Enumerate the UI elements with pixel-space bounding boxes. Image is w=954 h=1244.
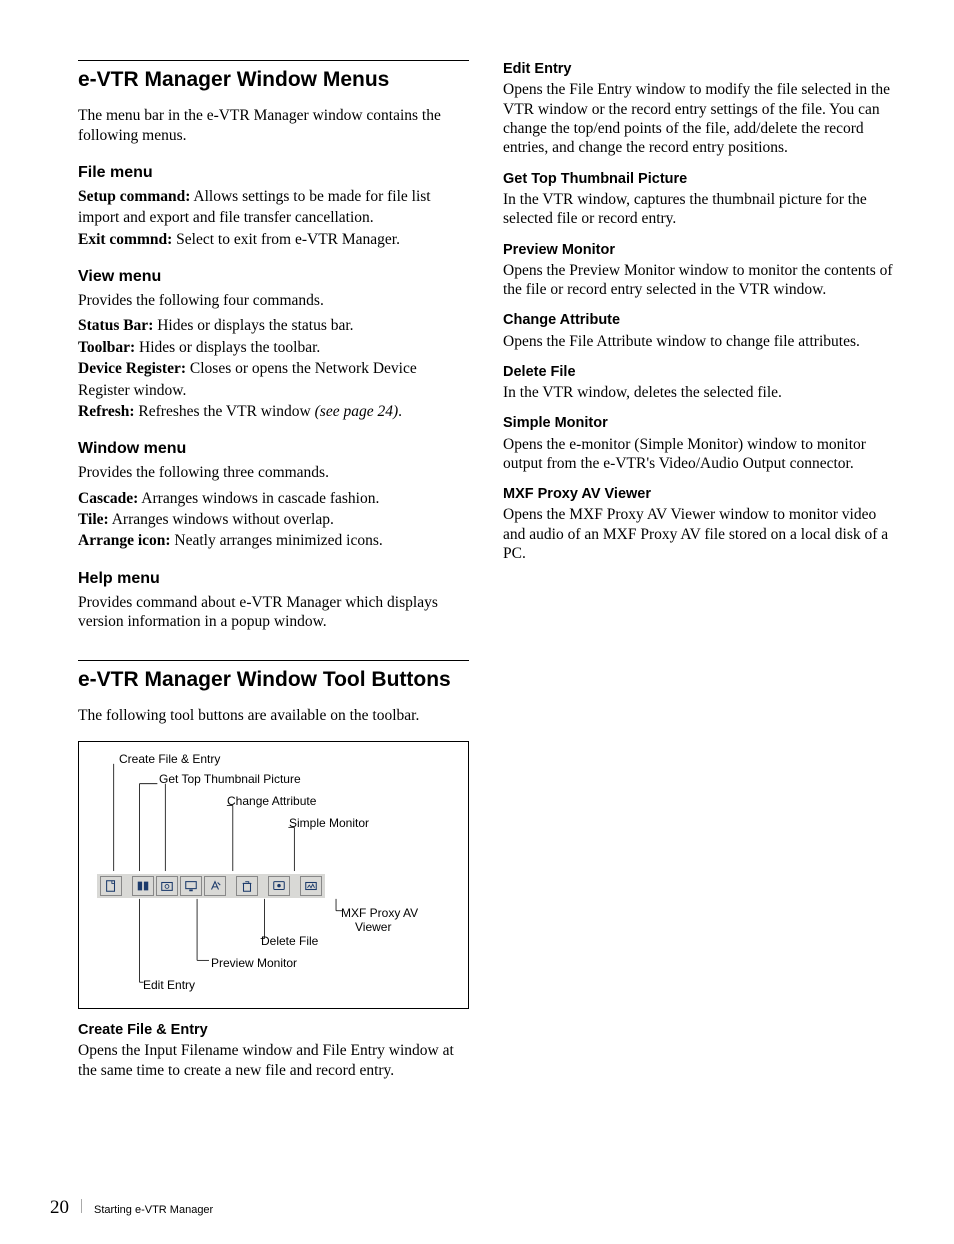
get-top-thumbnail-text: In the VTR window, captures the thumbnai… <box>503 190 894 229</box>
preview-monitor-heading: Preview Monitor <box>503 241 894 259</box>
label-mxf-proxy-1: MXF Proxy AV <box>341 906 418 921</box>
toolbar-def: Toolbar: Hides or displays the toolbar. <box>78 338 469 357</box>
file-menu-heading: File menu <box>78 163 469 183</box>
edit-entry-icon <box>132 876 154 896</box>
exit-command-def: Exit commnd: Select to exit from e-VTR M… <box>78 230 469 249</box>
arrange-icon-def: Arrange icon: Neatly arranges minimized … <box>78 531 469 550</box>
toolbar-diagram: Create File & Entry Get Top Thumbnail Pi… <box>78 741 469 1009</box>
edit-entry-text: Opens the File Entry window to modify th… <box>503 80 894 158</box>
delete-file-text: In the VTR window, deletes the selected … <box>503 383 894 402</box>
create-file-entry-heading: Create File & Entry <box>78 1021 469 1039</box>
simple-monitor-heading: Simple Monitor <box>503 414 894 432</box>
label-edit-entry: Edit Entry <box>143 978 195 993</box>
intro-text: The menu bar in the e-VTR Manager window… <box>78 106 469 145</box>
setup-command-cont: import and export and file transfer canc… <box>78 208 469 227</box>
setup-command-def: Setup command: Allows settings to be mad… <box>78 187 469 206</box>
change-attribute-heading: Change Attribute <box>503 311 894 329</box>
simple-monitor-icon <box>268 876 290 896</box>
refresh-def: Refresh: Refreshes the VTR window (see p… <box>78 402 469 421</box>
label-simple-monitor: Simple Monitor <box>289 816 369 831</box>
label-preview-monitor: Preview Monitor <box>211 956 297 971</box>
simple-monitor-text: Opens the e-monitor (Simple Monitor) win… <box>503 435 894 474</box>
chapter-name: Starting e-VTR Manager <box>94 1204 213 1218</box>
label-mxf-proxy-2: Viewer <box>355 920 391 935</box>
help-menu-heading: Help menu <box>78 569 469 589</box>
label-get-top-thumbnail: Get Top Thumbnail Picture <box>159 772 301 787</box>
section-title-tool-buttons: e-VTR Manager Window Tool Buttons <box>78 667 469 692</box>
help-text: Provides command about e-VTR Manager whi… <box>78 593 469 632</box>
delete-file-heading: Delete File <box>503 363 894 381</box>
window-intro: Provides the following three commands. <box>78 463 469 482</box>
label-delete-file: Delete File <box>261 934 318 949</box>
device-register-def: Device Register: Closes or opens the Net… <box>78 359 469 378</box>
preview-monitor-icon <box>180 876 202 896</box>
view-menu-heading: View menu <box>78 267 469 287</box>
label-change-attribute: Change Attribute <box>227 794 316 809</box>
mxf-proxy-heading: MXF Proxy AV Viewer <box>503 485 894 503</box>
status-bar-def: Status Bar: Hides or displays the status… <box>78 316 469 335</box>
create-file-icon <box>100 876 122 896</box>
view-intro: Provides the following four commands. <box>78 291 469 310</box>
label-create-file-entry: Create File & Entry <box>119 752 220 767</box>
create-file-entry-text: Opens the Input Filename window and File… <box>78 1041 469 1080</box>
edit-entry-heading: Edit Entry <box>503 60 894 78</box>
page-footer: 20 Starting e-VTR Manager <box>50 1196 213 1220</box>
tool-intro: The following tool buttons are available… <box>78 706 469 725</box>
page-number: 20 <box>50 1196 69 1220</box>
window-menu-heading: Window menu <box>78 439 469 459</box>
mxf-proxy-text: Opens the MXF Proxy AV Viewer window to … <box>503 505 894 563</box>
toolbar-row <box>97 874 325 898</box>
device-register-cont: Register window. <box>78 381 469 400</box>
preview-monitor-text: Opens the Preview Monitor window to moni… <box>503 261 894 300</box>
change-attribute-text: Opens the File Attribute window to chang… <box>503 332 894 351</box>
section-title-menus: e-VTR Manager Window Menus <box>78 67 469 92</box>
change-attribute-icon <box>204 876 226 896</box>
tile-def: Tile: Arranges windows without overlap. <box>78 510 469 529</box>
mxf-viewer-icon <box>300 876 322 896</box>
delete-file-icon <box>236 876 258 896</box>
get-top-thumbnail-heading: Get Top Thumbnail Picture <box>503 170 894 188</box>
cascade-def: Cascade: Arranges windows in cascade fas… <box>78 489 469 508</box>
get-thumbnail-icon <box>156 876 178 896</box>
